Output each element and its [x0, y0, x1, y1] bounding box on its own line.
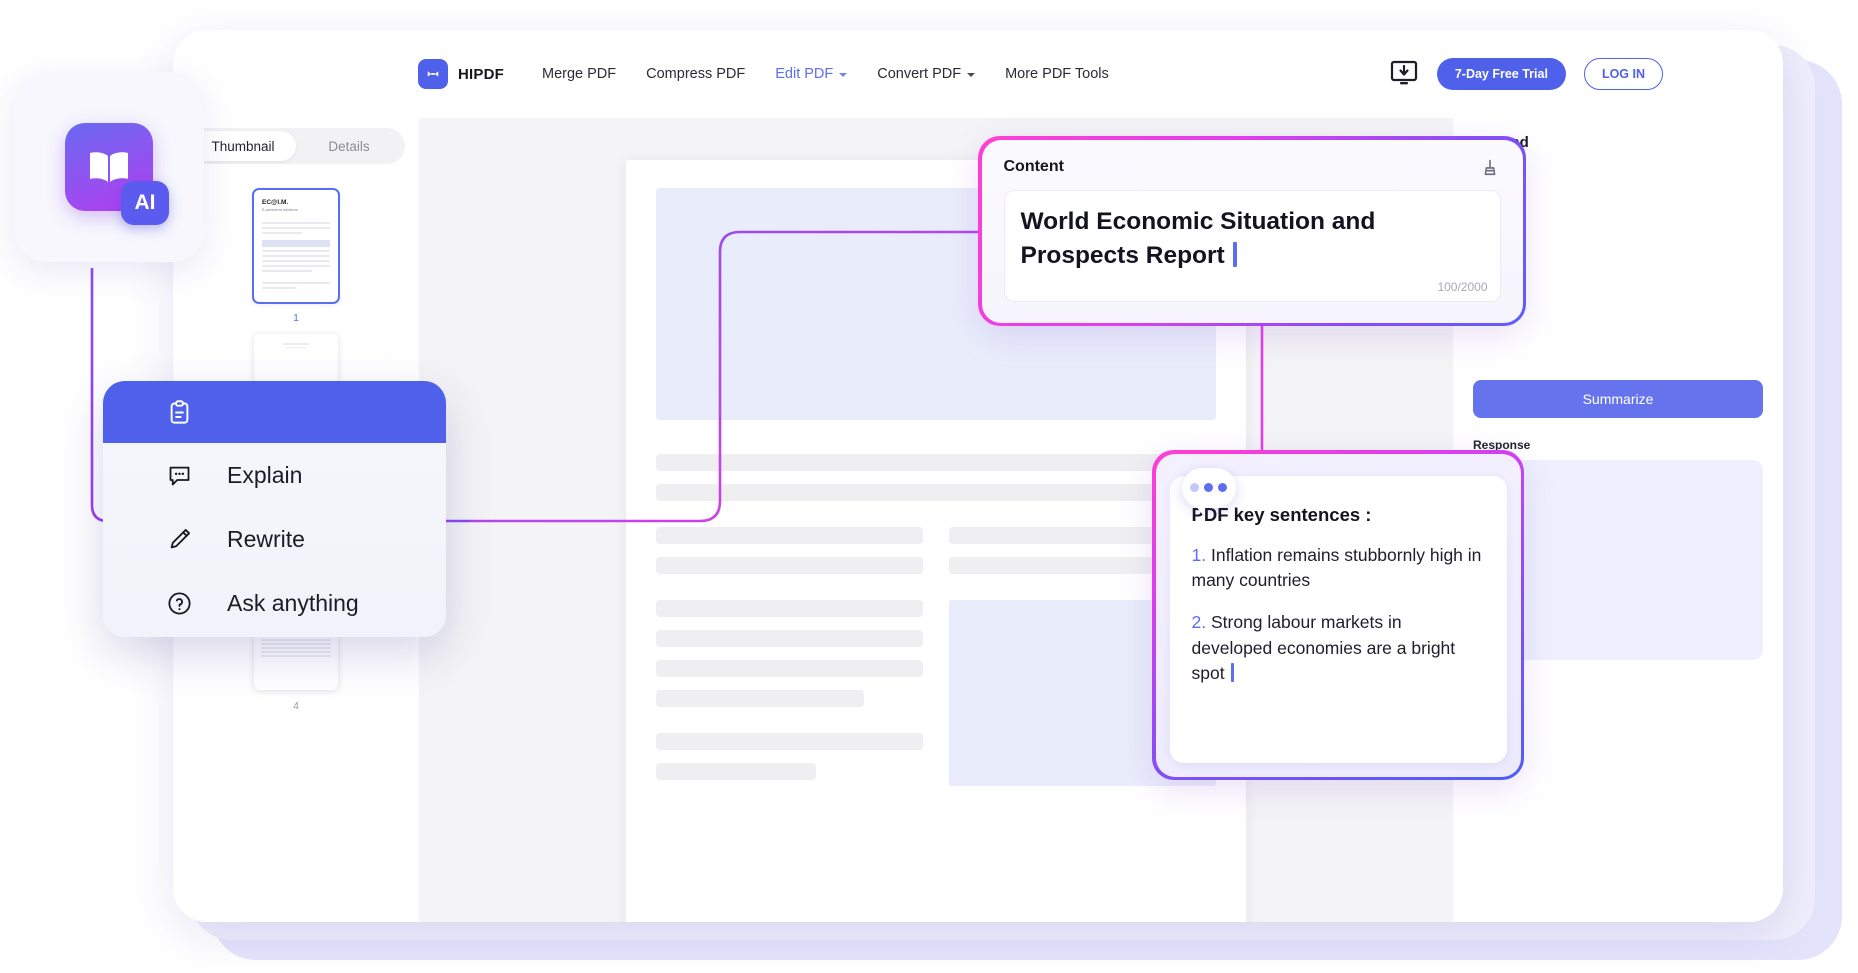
thumbnail-page-number: 1: [293, 312, 299, 324]
key-sentence-number: 1.: [1191, 544, 1207, 565]
nav-item-convert-pdf[interactable]: Convert PDF: [877, 66, 976, 82]
bubble-dot: [1204, 483, 1213, 492]
text-placeholder-line: [656, 557, 923, 574]
screenshot-root: HIPDF Merge PDF Compress PDF Edit PDF Co…: [0, 0, 1858, 973]
content-callout: Content World Economic Situation and Pro…: [978, 136, 1526, 326]
question-circle-icon: [166, 590, 193, 617]
key-sentence-text: Inflation remains stubbornly high in man…: [1191, 544, 1482, 590]
page-column-left: [656, 527, 923, 793]
broom-clear-icon[interactable]: [1479, 156, 1501, 178]
header-actions: 7-Day Free Trial LOG IN: [1389, 58, 1663, 90]
key-sentences-callout: PDF key sentences : 1. Inflation remains…: [1152, 450, 1524, 780]
summarize-button[interactable]: Summarize: [1473, 380, 1763, 418]
brand-logo[interactable]: HIPDF: [418, 59, 504, 89]
open-book-icon: AI: [65, 123, 169, 225]
ai-chip-label: AI: [121, 181, 169, 225]
nav-label: Compress PDF: [646, 66, 746, 82]
thumbnail-page-number: 4: [293, 700, 299, 712]
primary-nav: Merge PDF Compress PDF Edit PDF Convert …: [542, 66, 1109, 82]
content-label: Content: [1003, 157, 1064, 175]
nav-label: Merge PDF: [542, 66, 617, 82]
key-sentences-card: PDF key sentences : 1. Inflation remains…: [1169, 475, 1507, 763]
text-placeholder-line: [656, 600, 923, 617]
content-textarea[interactable]: World Economic Situation and Prospects R…: [1003, 189, 1501, 302]
nav-item-more-pdf-tools[interactable]: More PDF Tools: [1005, 66, 1109, 82]
text-placeholder-line: [656, 630, 923, 647]
text-placeholder-line: [656, 690, 865, 707]
text-placeholder-line: [656, 763, 817, 780]
bubble-dot: [1218, 483, 1227, 492]
content-callout-inner: Content World Economic Situation and Pro…: [981, 139, 1523, 323]
text-cursor: [1230, 663, 1235, 682]
bubble-dot: [1190, 483, 1199, 492]
chat-dots-icon: [166, 462, 193, 489]
chevron-down-icon: [967, 73, 976, 77]
text-placeholder-line: [656, 484, 1216, 501]
text-placeholder-line: [656, 660, 923, 677]
brand-name: HIPDF: [458, 65, 504, 83]
text-placeholder-line: [656, 733, 923, 750]
chevron-down-icon: [839, 73, 848, 77]
hipdf-logo-icon: [418, 59, 448, 89]
menu-item-explain[interactable]: Explain: [103, 443, 446, 507]
thumbnail-title: EC@I.M.: [262, 199, 289, 206]
menu-item-label: Ask anything: [227, 589, 359, 616]
login-button[interactable]: LOG IN: [1583, 58, 1663, 90]
key-sentence-number: 2.: [1191, 612, 1207, 633]
free-trial-button[interactable]: 7-Day Free Trial: [1436, 58, 1566, 90]
text-cursor: [1232, 242, 1237, 268]
nav-item-edit-pdf[interactable]: Edit PDF: [775, 66, 848, 82]
content-text: World Economic Situation and Prospects R…: [1020, 207, 1376, 270]
menu-item-rewrite[interactable]: Rewrite: [103, 507, 446, 571]
key-sentences-inner: PDF key sentences : 1. Inflation remains…: [1155, 453, 1521, 777]
thumbnail-page-1[interactable]: EC@I.M. E-commerce solutions: [252, 188, 340, 304]
text-placeholder-line: [656, 527, 923, 544]
menu-item-ask-anything[interactable]: Ask anything: [103, 571, 446, 635]
sidebar-tabs: Thumbnail Details: [187, 128, 405, 164]
key-sentence-item: 1. Inflation remains stubbornly high in …: [1192, 543, 1485, 594]
nav-label: Convert PDF: [877, 66, 962, 82]
chat-bubble-icon: [1181, 467, 1236, 515]
ai-book-badge-card: AI: [14, 72, 204, 262]
pencil-icon: [166, 526, 193, 553]
nav-label: More PDF Tools: [1005, 66, 1109, 82]
menu-item-label: Rewrite: [227, 525, 305, 552]
menu-item-label: Explain: [227, 461, 303, 488]
top-navigation-bar: HIPDF Merge PDF Compress PDF Edit PDF Co…: [173, 30, 1783, 118]
nav-label: Edit PDF: [775, 66, 834, 82]
key-sentence-item: 2. Strong labour markets in developed ec…: [1192, 610, 1485, 686]
text-placeholder-line: [656, 454, 1216, 471]
nav-item-merge-pdf[interactable]: Merge PDF: [542, 66, 616, 82]
character-counter: 100/2000: [1437, 279, 1488, 294]
ai-actions-menu: Explain Rewrite Ask anything: [103, 381, 446, 637]
clipboard-icon: [166, 399, 193, 426]
tab-details[interactable]: Details: [296, 131, 402, 161]
ai-actions-menu-header[interactable]: [103, 381, 446, 443]
key-sentences-title: PDF key sentences :: [1191, 503, 1372, 525]
tab-thumbnail[interactable]: Thumbnail: [190, 131, 296, 161]
desktop-download-icon[interactable]: [1389, 60, 1419, 88]
thumbnail-subtitle: E-commerce solutions: [262, 208, 298, 212]
nav-item-compress-pdf[interactable]: Compress PDF: [646, 66, 745, 82]
page-columns: [656, 527, 1216, 793]
content-callout-header: Content: [1004, 156, 1501, 178]
